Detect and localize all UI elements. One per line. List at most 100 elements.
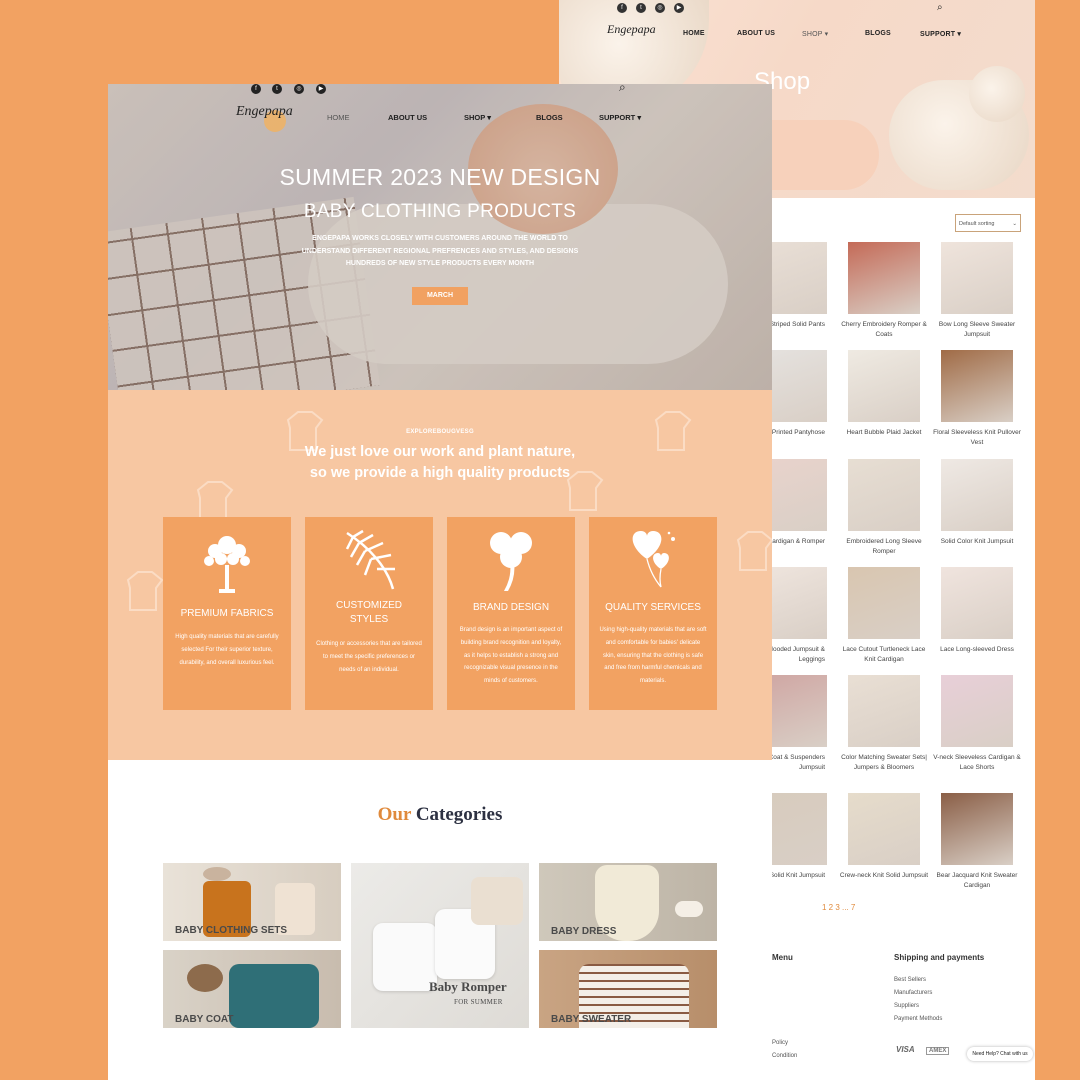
facebook-icon[interactable]: f: [251, 84, 261, 94]
nav-support[interactable]: SUPPORT ▾: [599, 113, 641, 122]
category-label: BABY COAT: [175, 1014, 234, 1025]
category-sublabel: FOR SUMMER: [454, 998, 503, 1006]
amex-icon: AMEX: [926, 1047, 950, 1055]
category-label: BABY CLOTHING SETS: [175, 925, 288, 936]
home-page-screenshot: f t ◎ ▶ ⌕ Engepapa HOME ABOUT US SHOP ▾ …: [108, 84, 772, 1080]
footer-link[interactable]: Best Sellers: [894, 977, 926, 983]
hero-banner: f t ◎ ▶ ⌕ Engepapa HOME ABOUT US SHOP ▾ …: [108, 84, 772, 390]
product-image[interactable]: [941, 242, 1013, 314]
product-name[interactable]: Embroidered Long Sleeve Romper: [838, 537, 930, 556]
nav-blogs[interactable]: BLOGS: [865, 30, 891, 37]
product-name[interactable]: Color Matching Sweater Sets| Jumpers & B…: [838, 753, 930, 772]
category-tile-dress[interactable]: BABY DRESS: [539, 863, 717, 941]
footer-link[interactable]: Payment Methods: [894, 1016, 942, 1022]
hero-title: SUMMER 2023 NEW DESIGN: [279, 164, 601, 190]
feature-card-title-text: CUSTOMIZED STYLES: [336, 600, 402, 625]
categories-title: Our Categories: [108, 804, 772, 826]
hero-cta-button[interactable]: MARCH: [412, 287, 468, 305]
product-image[interactable]: [941, 793, 1013, 865]
product-name[interactable]: Solid Color Knit Jumpsuit: [931, 537, 1023, 547]
features-heading: We just love our work and plant nature, …: [108, 442, 772, 484]
feature-card-premium-fabrics: PREMIUM FABRICS High quality materials t…: [163, 517, 291, 710]
product-name[interactable]: Crew-neck Knit Solid Jumpsuit: [838, 871, 930, 881]
footer-link[interactable]: Suppliers: [894, 1003, 919, 1009]
footer-menu-title: Menu: [772, 953, 793, 962]
product-name[interactable]: Lace Long-sleeved Dress: [931, 645, 1023, 655]
nav-shop[interactable]: SHOP ▾: [464, 113, 491, 122]
nav-about[interactable]: ABOUT US: [388, 113, 427, 122]
instagram-icon[interactable]: ◎: [655, 3, 665, 13]
feature-card-title: CUSTOMIZED STYLES: [305, 599, 433, 627]
category-label: Baby Romper: [429, 979, 507, 994]
basket-image: [187, 964, 223, 992]
nav-about[interactable]: ABOUT US: [737, 30, 775, 37]
product-name[interactable]: Cherry Embroidery Romper & Coats: [838, 320, 930, 339]
product-image[interactable]: [941, 350, 1013, 422]
feature-card-title: BRAND DESIGN: [472, 602, 550, 613]
product-name[interactable]: Floral Sleeveless Knit Pullover Vest: [931, 428, 1023, 447]
product-image[interactable]: [848, 459, 920, 531]
features-heading-line: so we provide a high quality products: [309, 465, 571, 481]
nav-home[interactable]: HOME: [327, 113, 350, 122]
hero-subtitle: BABY CLOTHING PRODUCTS: [303, 201, 577, 222]
pompom-image: [969, 66, 1025, 122]
features-section: EXPLOREBOUGVESG We just love our work an…: [108, 390, 772, 760]
product-image[interactable]: [941, 567, 1013, 639]
product-image[interactable]: [848, 793, 920, 865]
hero-description: ENGEPAPA WORKS CLOSELY WITH CUSTOMERS AR…: [301, 235, 579, 267]
nav-support[interactable]: SUPPORT ▾: [920, 30, 961, 38]
category-label: BABY DRESS: [551, 926, 617, 937]
instagram-icon[interactable]: ◎: [294, 84, 304, 94]
youtube-icon[interactable]: ▶: [316, 84, 326, 94]
feature-card-desc: High quality materials that are carefull…: [175, 634, 279, 666]
logo[interactable]: Engepapa: [607, 22, 656, 37]
category-tile-clothing-sets[interactable]: BABY CLOTHING SETS: [163, 863, 341, 941]
product-name[interactable]: V-neck Sleeveless Cardigan & Lace Shorts: [931, 753, 1023, 772]
product-name[interactable]: Lace Cutout Turtleneck Lace Knit Cardiga…: [838, 645, 930, 664]
clover-icon: [490, 532, 532, 591]
footer-link[interactable]: Policy: [772, 1040, 788, 1046]
category-tile-romper[interactable]: Baby Romper FOR SUMMER: [351, 863, 529, 1028]
product-image[interactable]: [848, 242, 920, 314]
footer-link[interactable]: Manufacturers: [894, 990, 932, 996]
twitter-icon[interactable]: t: [636, 3, 646, 13]
features-heading-line: We just love our work and plant nature,: [304, 444, 576, 460]
shoes-image: [675, 901, 703, 917]
nav-blogs[interactable]: BLOGS: [536, 113, 563, 122]
leaf-icon: [345, 529, 395, 590]
feature-card-quality-services: QUALITY SERVICES Using high-quality mate…: [589, 517, 717, 710]
category-label: BABY SWEATER: [551, 1014, 632, 1025]
nav-home[interactable]: HOME: [683, 30, 705, 37]
chevron-down-icon: ▾: [637, 113, 642, 122]
beret-image: [203, 867, 231, 881]
nav-shop[interactable]: SHOP ▾: [802, 30, 828, 38]
footer-shipping-title: Shipping and payments: [894, 953, 985, 962]
logo[interactable]: Engepapa: [236, 104, 293, 120]
search-icon[interactable]: ⌕: [619, 84, 626, 95]
chat-widget[interactable]: Need Help? Chat with us: [967, 1047, 1033, 1061]
features-kicker: EXPLOREBOUGVESG: [406, 429, 474, 435]
search-icon[interactable]: ⌕: [937, 2, 943, 13]
product-image[interactable]: [848, 350, 920, 422]
feature-card-desc: Brand design is an important aspect of b…: [459, 627, 563, 685]
product-name[interactable]: Bow Long Sleeve Sweater Jumpsuit: [931, 320, 1023, 339]
youtube-icon[interactable]: ▶: [674, 3, 684, 13]
tree-icon: [204, 536, 250, 593]
product-image[interactable]: [941, 459, 1013, 531]
product-image[interactable]: [941, 675, 1013, 747]
feature-card-desc: Clothing or accessories that are tailore…: [316, 641, 422, 673]
product-name[interactable]: Bear Jacquard Knit Sweater Cardigan: [931, 871, 1023, 890]
footer-link[interactable]: Condition: [772, 1053, 797, 1059]
sort-select[interactable]: Default sorting ⌄: [955, 214, 1021, 232]
facebook-icon[interactable]: f: [617, 3, 627, 13]
category-tile-coat[interactable]: BABY COAT: [163, 950, 341, 1028]
product-name[interactable]: Heart Bubble Plaid Jacket: [838, 428, 930, 438]
twitter-icon[interactable]: t: [272, 84, 282, 94]
feature-card-desc: Using high-quality materials that are so…: [599, 627, 707, 685]
feature-card-title: PREMIUM FABRICS: [180, 608, 274, 619]
romper-image: [373, 923, 437, 991]
pagination[interactable]: 1 2 3 ... 7: [822, 903, 855, 912]
product-image[interactable]: [848, 567, 920, 639]
product-image[interactable]: [848, 675, 920, 747]
category-tile-sweater[interactable]: BABY SWEATER: [539, 950, 717, 1028]
